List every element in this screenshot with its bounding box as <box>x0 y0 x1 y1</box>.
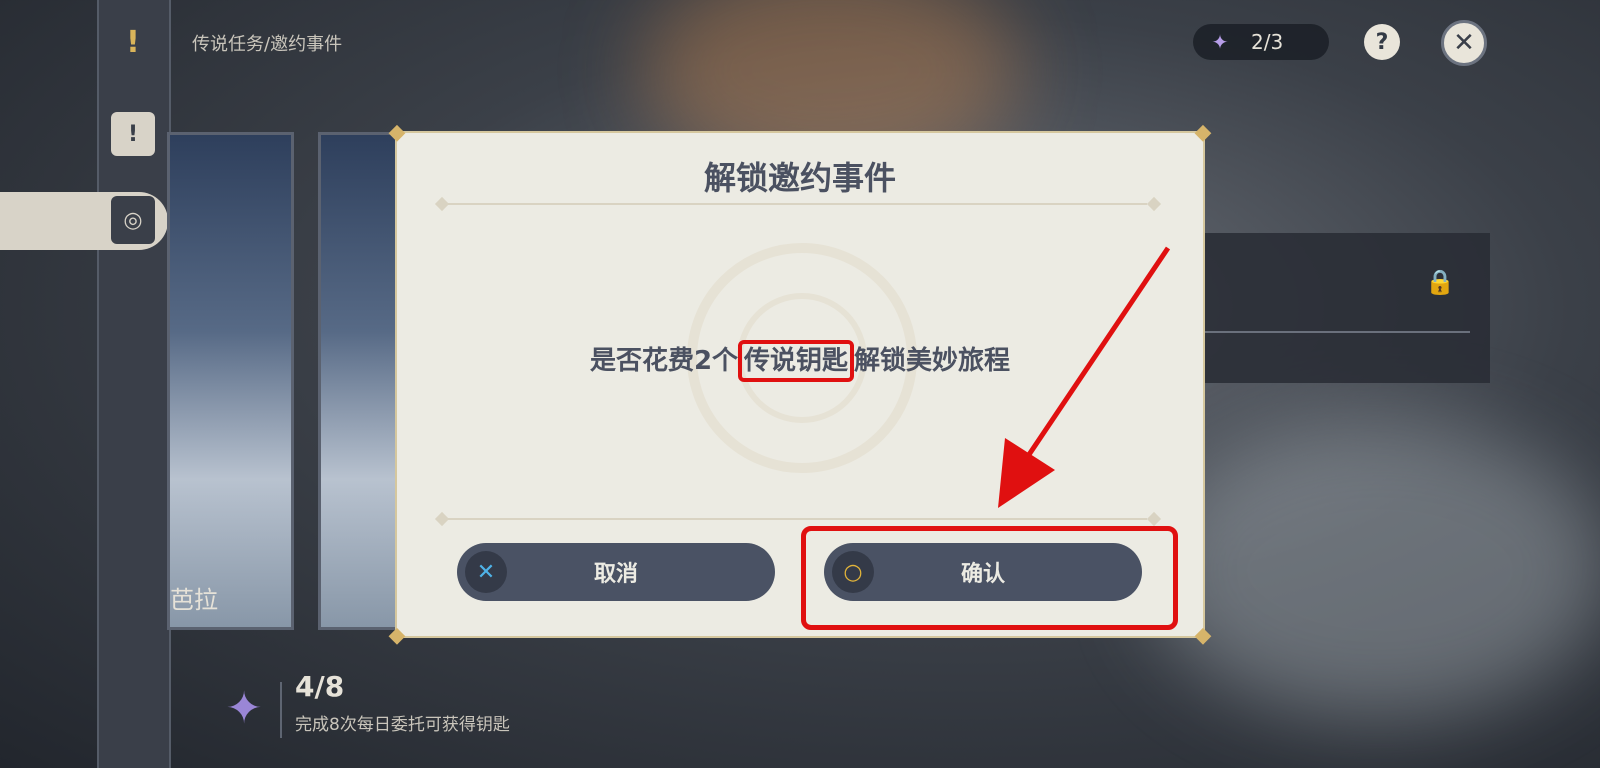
annotation-arrow <box>998 246 1171 508</box>
